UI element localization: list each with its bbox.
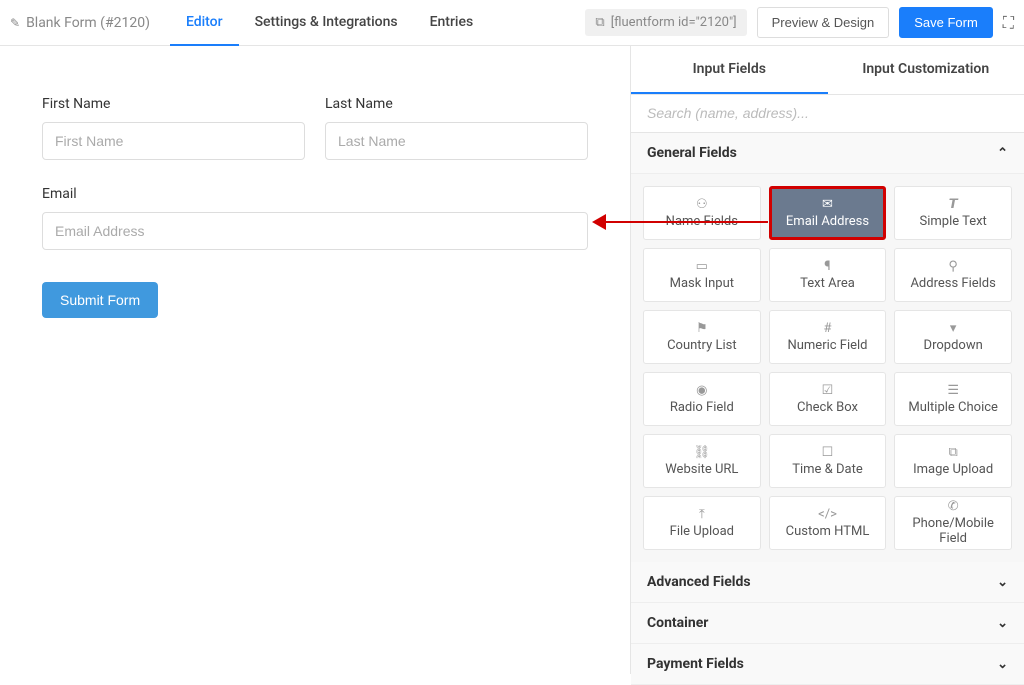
calendar-icon: ☐ [822,446,834,459]
field-card-label: File Upload [670,524,734,539]
field-card-mask-input[interactable]: ▭ Mask Input [643,248,761,302]
first-name-input[interactable] [42,122,305,160]
section-container[interactable]: Container ⌄ [631,603,1024,644]
field-card-name-fields[interactable]: ⚇ Name Fields [643,186,761,240]
submit-button[interactable]: Submit Form [42,282,158,318]
user-icon: ⚇ [696,198,708,211]
field-card-image-upload[interactable]: ⧉ Image Upload [894,434,1012,488]
field-card-address-fields[interactable]: ⚲ Address Fields [894,248,1012,302]
field-card-phone-mobile-field[interactable]: ✆ Phone/Mobile Field [894,496,1012,550]
search-input[interactable] [647,105,1008,121]
shortcode-box[interactable]: ⧉ [fluentform id="2120"] [585,9,746,36]
field-card-label: Text Area [800,276,855,291]
email-field[interactable]: Email [42,186,588,250]
last-name-input[interactable] [325,122,588,160]
edit-icon: ✎ [10,16,20,30]
field-card-email-address[interactable]: ✉ Email Address [769,186,887,240]
field-card-label: Image Upload [913,462,993,477]
phone-icon: ✆ [948,500,959,513]
field-card-label: Check Box [797,400,858,415]
upload-icon: ⤒ [699,508,705,521]
chevron-down-icon: ⌄ [997,657,1008,672]
general-fields-grid: ⚇ Name Fields ✉ Email Address 𝙏 Simple Text ▭ M… [631,174,1024,562]
field-card-dropdown[interactable]: ▾ Dropdown [894,310,1012,364]
field-card-radio-field[interactable]: ◉ Radio Field [643,372,761,426]
field-card-label: Address Fields [910,276,995,291]
field-card-time-date[interactable]: ☐ Time & Date [769,434,887,488]
list-icon: ☰ [947,384,959,397]
field-card-label: Multiple Choice [908,400,998,415]
field-card-text-area[interactable]: ¶ Text Area [769,248,887,302]
flag-icon: ⚑ [696,322,708,335]
field-card-label: Mask Input [670,276,734,291]
sidebar-tabs: Input Fields Input Customization [631,46,1024,95]
section-general[interactable]: General Fields ⌃ [631,133,1024,174]
fullscreen-icon[interactable]: ⛶ [1003,13,1014,33]
tab-input-fields[interactable]: Input Fields [631,46,828,94]
field-card-label: Simple Text [919,214,986,229]
tab-input-customization[interactable]: Input Customization [828,46,1024,94]
nav-tabs: Editor Settings & Integrations Entries [170,0,489,46]
tab-editor[interactable]: Editor [170,0,239,46]
copy-icon: ⧉ [595,15,604,30]
save-button[interactable]: Save Form [899,7,993,38]
editor-panel: First Name Last Name Email Submit Form [0,46,630,674]
section-payment[interactable]: Payment Fields ⌄ [631,644,1024,685]
field-card-label: Email Address [786,214,869,229]
field-card-label: Name Fields [666,214,738,229]
field-card-label: Country List [667,338,737,353]
image-icon: ⧉ [949,446,958,459]
field-card-simple-text[interactable]: 𝙏 Simple Text [894,186,1012,240]
link-icon: ⛓ [694,446,711,459]
field-card-label: Phone/Mobile Field [899,516,1007,546]
last-name-label: Last Name [325,96,588,112]
first-name-label: First Name [42,96,305,112]
field-card-label: Website URL [665,462,738,477]
field-card-check-box[interactable]: ☑ Check Box [769,372,887,426]
chevron-down-icon: ⌄ [997,616,1008,631]
textarea-icon: ¶ [824,260,830,273]
section-container-title: Container [647,615,708,631]
field-card-country-list[interactable]: ⚑ Country List [643,310,761,364]
text-icon: 𝙏 [949,198,958,211]
dropdown-icon: ▾ [950,322,957,335]
field-card-numeric-field[interactable]: # Numeric Field [769,310,887,364]
field-card-label: Radio Field [670,400,734,415]
code-icon: </> [818,508,837,521]
radio-icon: ◉ [696,384,707,397]
field-card-file-upload[interactable]: ⤒ File Upload [643,496,761,550]
tab-entries[interactable]: Entries [414,0,490,46]
field-card-label: Dropdown [924,338,983,353]
field-card-multiple-choice[interactable]: ☰ Multiple Choice [894,372,1012,426]
section-advanced-title: Advanced Fields [647,574,751,590]
chevron-down-icon: ⌄ [997,575,1008,590]
mask-icon: ▭ [696,260,708,273]
header-bar: ✎ Blank Form (#2120) Editor Settings & I… [0,0,1024,46]
field-card-label: Numeric Field [787,338,867,353]
section-payment-title: Payment Fields [647,656,744,672]
hash-icon: # [823,322,831,335]
section-advanced[interactable]: Advanced Fields ⌄ [631,562,1024,603]
sidebar: Input Fields Input Customization General… [630,46,1024,674]
preview-button[interactable]: Preview & Design [757,7,890,38]
chevron-up-icon: ⌃ [997,146,1008,161]
field-card-website-url[interactable]: ⛓ Website URL [643,434,761,488]
email-label: Email [42,186,588,202]
pin-icon: ⚲ [948,260,958,273]
email-input[interactable] [42,212,588,250]
field-card-label: Time & Date [792,462,863,477]
mail-icon: ✉ [822,198,833,211]
tab-settings[interactable]: Settings & Integrations [239,0,414,46]
field-card-custom-html[interactable]: </> Custom HTML [769,496,887,550]
shortcode-text: [fluentform id="2120"] [611,15,737,30]
form-name-label[interactable]: ✎ Blank Form (#2120) [10,15,150,31]
first-name-field[interactable]: First Name [42,96,305,160]
last-name-field[interactable]: Last Name [325,96,588,160]
section-general-title: General Fields [647,145,737,161]
search-box [631,95,1024,133]
form-name-text: Blank Form (#2120) [26,15,150,31]
check-icon: ☑ [822,384,834,397]
field-card-label: Custom HTML [786,524,870,539]
